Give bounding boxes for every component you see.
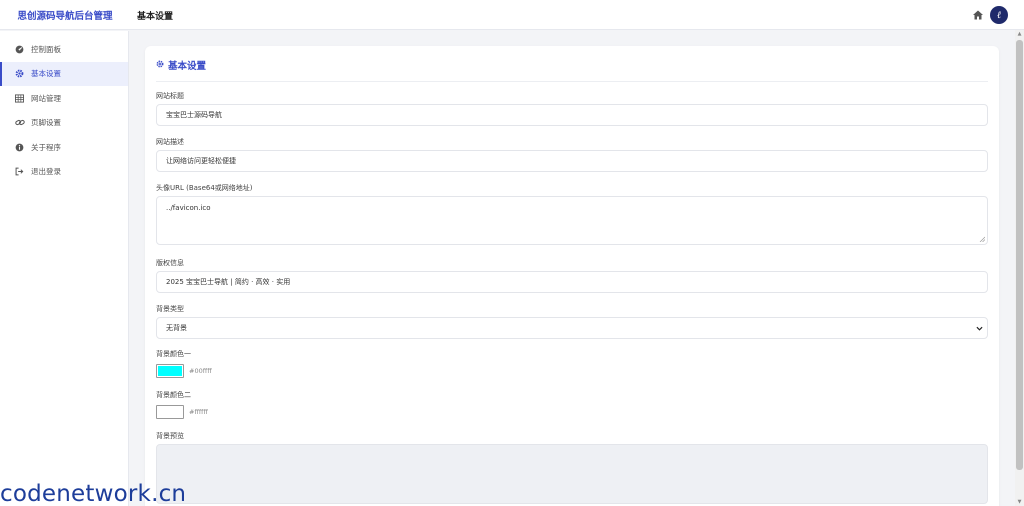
gear-icon (156, 60, 164, 68)
settings-card: 基本设置 网站标题 宝宝巴士源码导航 网站描述 让网络访问更轻松便捷 头像URL… (145, 46, 999, 506)
bg-type-select[interactable]: 无背景 (156, 317, 988, 339)
sidebar-item-about[interactable]: 关于程序 (0, 135, 128, 160)
sidebar-item-site-management[interactable]: 网站管理 (0, 86, 128, 111)
info-icon (14, 142, 25, 153)
copyright-label: 版权信息 (156, 259, 184, 267)
chevron-down-icon (976, 326, 983, 331)
scroll-up-arrow-icon[interactable]: ▲ (1016, 30, 1023, 38)
bg-color2-label: 背景颜色二 (156, 391, 191, 399)
bg-type-label: 背景类型 (156, 305, 184, 313)
gear-icon (14, 68, 25, 79)
sidebar-item-basic-settings[interactable]: 基本设置 (0, 61, 128, 86)
bg-color1-swatch (158, 366, 182, 376)
bg-color1-picker[interactable] (156, 364, 184, 378)
site-desc-input[interactable]: 让网络访问更轻松便捷 (156, 150, 988, 172)
sidebar-item-label: 关于程序 (31, 142, 61, 152)
logout-icon (14, 166, 25, 177)
sidebar-item-logout[interactable]: 退出登录 (0, 160, 128, 185)
bg-color1-row: #00ffff (156, 364, 212, 378)
top-bar: 思创源码导航后台管理 基本设置 ℓ (0, 0, 1024, 30)
sidebar-item-label: 退出登录 (31, 167, 61, 177)
dashboard-icon (14, 44, 25, 55)
avatar[interactable]: ℓ (990, 6, 1008, 24)
brand-title[interactable]: 思创源码导航后台管理 (0, 0, 130, 30)
scroll-down-arrow-icon[interactable]: ▼ (1016, 498, 1023, 506)
bg-color2-value: #ffffff (189, 408, 208, 416)
bg-color2-row: #ffffff (156, 405, 208, 419)
home-icon[interactable] (972, 9, 984, 21)
sidebar-item-footer-settings[interactable]: 页脚设置 (0, 111, 128, 136)
sidebar-item-dashboard[interactable]: 控制面板 (0, 37, 128, 62)
copyright-input[interactable]: 2025 宝宝巴士导航 | 简约 · 高效 · 实用 (156, 271, 988, 293)
bg-color1-value: #00ffff (189, 367, 212, 375)
top-actions: ℓ (972, 6, 1008, 24)
sidebar-item-label: 控制面板 (31, 44, 61, 54)
page-title: 基本设置 (137, 12, 174, 22)
resize-grip-icon[interactable] (979, 236, 985, 242)
scroll-thumb[interactable] (1016, 40, 1023, 470)
sidebar-item-label: 网站管理 (31, 93, 61, 103)
avatar-url-textarea[interactable]: ../favicon.ico (156, 196, 988, 245)
avatar-url-label: 头像URL (Base64或网络地址) (156, 184, 253, 192)
bg-preview-box (156, 444, 988, 504)
site-title-label: 网站标题 (156, 92, 184, 100)
bg-type-value: 无背景 (166, 324, 187, 332)
sidebar: 控制面板 基本设置 网站管理 页脚设置 关于程序 退出登录 (0, 31, 129, 506)
avatar-url-value: ../favicon.ico (166, 204, 211, 212)
bg-color2-picker[interactable] (156, 405, 184, 419)
watermark-text: codenetwork.cn (0, 481, 187, 506)
page-scrollbar[interactable]: ▲ ▼ (1015, 30, 1024, 506)
card-title: 基本设置 (168, 61, 207, 72)
site-desc-label: 网站描述 (156, 138, 184, 146)
bg-color1-label: 背景颜色一 (156, 350, 191, 358)
link-icon (14, 117, 25, 128)
grid-icon (14, 93, 25, 104)
site-title-input[interactable]: 宝宝巴士源码导航 (156, 104, 988, 126)
sidebar-item-label: 基本设置 (31, 69, 61, 79)
bg-preview-label: 背景预览 (156, 432, 184, 440)
sidebar-item-label: 页脚设置 (31, 118, 61, 128)
bg-color2-swatch (158, 407, 182, 417)
card-header: 基本设置 (156, 58, 988, 82)
